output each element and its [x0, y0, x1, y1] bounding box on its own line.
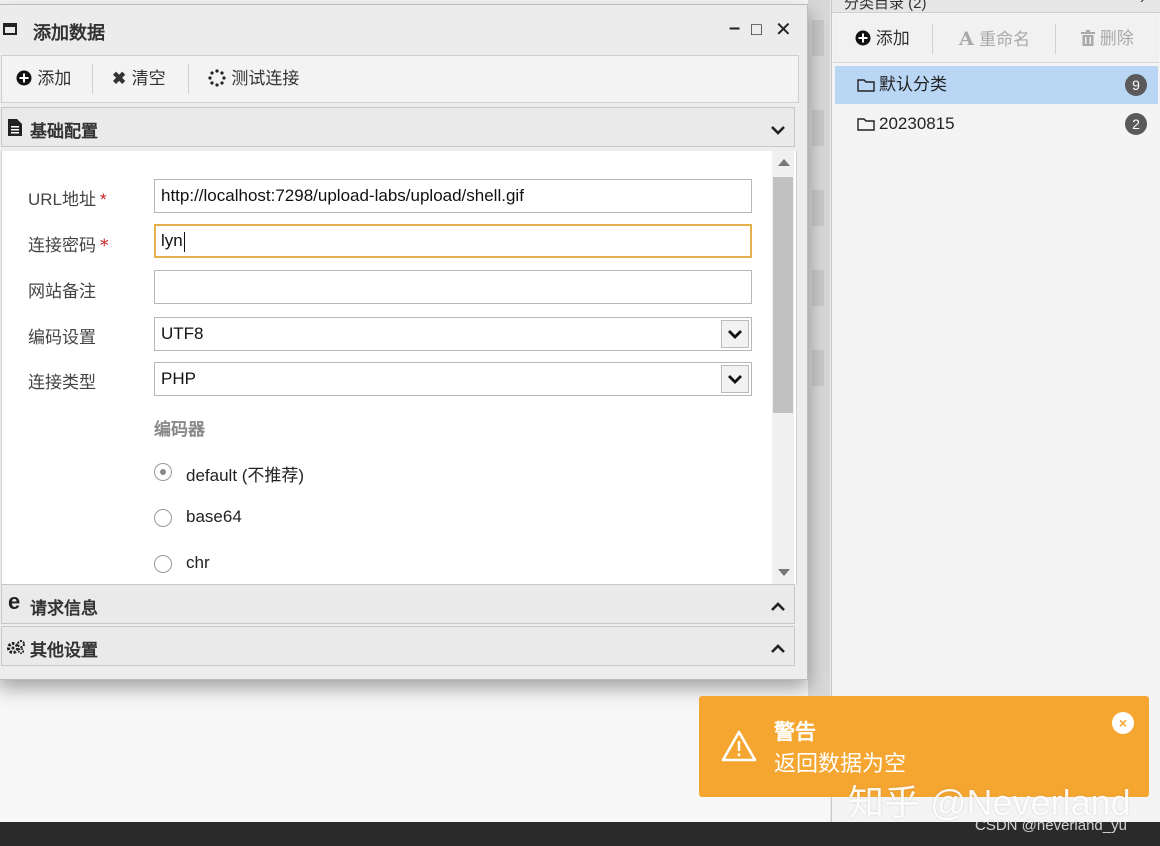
encoding-label: 编码设置 [28, 328, 96, 348]
encoder-title: 编码器 [154, 420, 205, 440]
window-icon [3, 23, 17, 35]
type-select[interactable]: PHP [154, 362, 752, 396]
minimize-button[interactable]: – [729, 17, 740, 40]
radio-unchecked-icon[interactable] [154, 509, 172, 527]
remark-input[interactable] [154, 270, 752, 304]
add-data-dialog: 添加数据 – □ ✕ 添加 ✖ 清空 测试连接 基础配置 URL地址 * htt… [0, 4, 808, 680]
section-header-basic[interactable]: 基础配置 [1, 107, 795, 147]
text-caret [183, 231, 185, 252]
spinner-icon [208, 69, 226, 87]
radio-unchecked-icon[interactable] [154, 555, 172, 573]
add-button[interactable]: 添加 [16, 66, 71, 92]
ie-icon: e [8, 589, 21, 614]
add-category-button[interactable]: 添加 [855, 26, 910, 52]
radio-checked-icon[interactable] [154, 463, 172, 481]
plus-circle-icon [855, 30, 871, 46]
category-item-default[interactable]: 默认分类 9 [835, 66, 1158, 104]
password-input[interactable]: lyn [154, 224, 752, 258]
scroll-down-icon[interactable] [778, 569, 790, 576]
section-title: 其他设置 [30, 641, 98, 661]
maximize-button[interactable]: □ [751, 19, 762, 40]
test-connection-button[interactable]: 测试连接 [208, 66, 299, 92]
section-header-other[interactable]: 其他设置 [1, 626, 795, 666]
gears-icon [7, 640, 25, 655]
url-input[interactable]: http://localhost:7298/upload-labs/upload… [154, 179, 752, 213]
dialog-toolbar: 添加 ✖ 清空 测试连接 [1, 55, 799, 103]
encoding-select[interactable]: UTF8 [154, 317, 752, 351]
section-title: 请求信息 [30, 599, 98, 619]
warning-icon [721, 730, 757, 762]
category-toolbar: 添加 A 重命名 删除 [833, 14, 1159, 63]
dialog-title: 添加数据 [33, 23, 105, 44]
rename-category-button[interactable]: A 重命名 [959, 26, 1030, 52]
dropdown-button[interactable] [721, 365, 749, 393]
radio-label: chr [186, 553, 210, 572]
form-scrollbar[interactable] [772, 151, 794, 585]
clear-button[interactable]: ✖ 清空 [112, 66, 166, 92]
category-count-badge: 9 [1125, 74, 1147, 96]
chevron-up-icon[interactable] [770, 641, 786, 657]
remark-label: 网站备注 [28, 282, 96, 302]
font-icon: A [959, 28, 974, 50]
close-button[interactable]: ✕ [775, 17, 792, 42]
category-item-20230815[interactable]: 20230815 2 [835, 105, 1158, 143]
category-label: 20230815 [879, 114, 955, 133]
radio-label: base64 [186, 507, 242, 526]
chevron-down-icon [728, 375, 742, 384]
toast-close-button[interactable]: × [1112, 712, 1134, 734]
section-title: 基础配置 [30, 122, 98, 142]
delete-category-button[interactable]: 删除 [1081, 26, 1134, 52]
category-panel-header: 分类目录 (2) › [832, 0, 1160, 13]
document-icon [8, 119, 22, 136]
folder-icon [857, 79, 875, 92]
type-label: 连接类型 [28, 373, 96, 393]
scroll-thumb[interactable] [773, 177, 793, 413]
folder-icon [857, 118, 875, 131]
category-count-badge: 2 [1125, 113, 1147, 135]
dialog-titlebar[interactable]: 添加数据 – □ ✕ [0, 5, 807, 53]
dropdown-button[interactable] [721, 320, 749, 348]
toolbar-divider [1055, 24, 1056, 54]
toolbar-divider [188, 64, 189, 94]
plus-circle-icon [16, 70, 32, 86]
chevron-up-icon[interactable] [770, 599, 786, 615]
scroll-up-icon[interactable] [778, 159, 790, 166]
category-panel-title: 分类目录 (2) [844, 0, 927, 12]
category-label: 默认分类 [879, 75, 947, 94]
background-scroll-strip [808, 0, 830, 700]
section-header-request[interactable]: e 请求信息 [1, 584, 795, 624]
password-label: 连接密码 * [28, 236, 109, 256]
toolbar-divider [932, 24, 933, 54]
url-label: URL地址 * [28, 190, 107, 209]
chevron-down-icon[interactable] [770, 122, 786, 138]
chevron-right-icon[interactable]: › [1140, 0, 1145, 7]
trash-icon [1081, 30, 1095, 46]
radio-label: default (不推荐) [186, 466, 305, 485]
csdn-watermark: CSDN @neverland_yu [975, 817, 1127, 834]
toolbar-divider [92, 64, 93, 94]
chevron-down-icon [728, 330, 742, 339]
times-icon: ✖ [112, 69, 127, 89]
toast-title: 警告 [774, 719, 816, 744]
basic-config-form: URL地址 * http://localhost:7298/upload-labs… [1, 151, 797, 585]
